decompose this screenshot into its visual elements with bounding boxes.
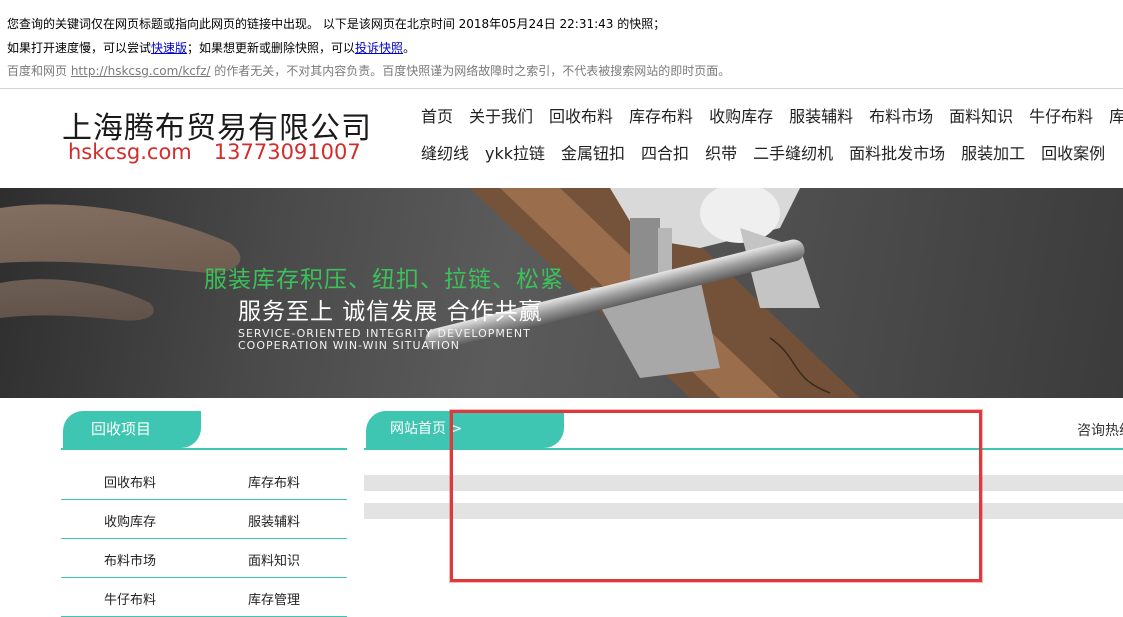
sidebar-link[interactable]: 牛仔布料 [104,589,156,608]
cache-notice-line1: 您查询的关键词仅在网页标题或指向此网页的链接中出现。 以下是该网页在北京时间 2… [7,17,666,31]
nav-item[interactable]: 二手缝纫机 [753,140,833,164]
company-contact: hskcsg.com 13773091007 [68,140,361,164]
cache-notice-line3: 百度和网页 http://hskcsg.com/kcfz/ 的作者无关，不对其内… [7,62,730,79]
cache-line3-post: 的作者无关，不对其内容负责。百度快照谨为网络故障时之索引，不代表被搜索网站的即时… [210,64,731,78]
original-url-link[interactable]: http://hskcsg.com/kcfz/ [71,64,211,78]
sidebar-link[interactable]: 库存布料 [248,472,300,491]
banner-english-line2: COOPERATION WIN-WIN SITUATION [238,339,461,352]
cache-line3-pre: 百度和网页 [7,64,71,78]
nav-item[interactable]: 缝纫线 [421,140,469,164]
main-nav-row1: 首页 关于我们 回收布料 库存布料 收购库存 服装辅料 布料市场 面料知识 牛仔布料库 [421,103,1123,127]
hero-banner: 服装库存积压、纽扣、拉链、松紧 服务至上 诚信发展 合作共赢 SERVICE-O… [0,188,1123,398]
sidebar-link[interactable]: 收购库存 [104,511,156,530]
nav-item[interactable]: 牛仔布料 [1029,103,1093,127]
cache-line2-pre: 如果打开速度慢，可以尝试 [7,41,152,55]
sidebar-title: 回收项目 [63,411,201,448]
nav-item[interactable]: ykk拉链 [485,140,545,164]
company-domain: hskcsg.com [68,140,192,164]
hotline-label: 咨询热线 [1077,423,1123,439]
nav-item[interactable]: 织带 [705,140,737,164]
sidebar-row: 牛仔布料 库存管理 [61,578,347,617]
nav-item[interactable]: 服装加工 [961,140,1025,164]
company-phone: 13773091007 [213,140,361,164]
nav-item[interactable]: 首页 [421,103,453,127]
cache-line2-post: 。 [403,41,416,55]
banner-title-white: 服务至上 诚信发展 合作共赢 [238,299,543,325]
sidebar-link[interactable]: 面料知识 [248,550,300,569]
nav-item[interactable]: 库存布料 [629,103,693,127]
highlight-box [450,410,982,582]
nav-item[interactable]: 布料市场 [869,103,933,127]
cache-notice-line2: 如果打开速度慢，可以尝试快速版；如果想更新或删除快照，可以投诉快照。 [7,39,415,56]
nav-item[interactable]: 回收案例 [1041,140,1105,164]
nav-item[interactable]: 金属钮扣 [561,140,625,164]
fast-version-link[interactable]: 快速版 [151,41,187,55]
sidebar-link[interactable]: 服装辅料 [248,511,300,530]
main-nav-row2: 缝纫线ykk拉链金属钮扣四合扣织带二手缝纫机面料批发市场服装加工回收案例目 [421,140,1123,164]
sidebar-row: 回收布料 库存布料 [61,461,347,500]
sidebar-link[interactable]: 布料市场 [104,550,156,569]
site-header: 上海腾布贸易有限公司 hskcsg.com 13773091007 首页 关于我们回… [0,89,1123,188]
sidebar: 回收项目 回收布料 库存布料 收购库存 服装辅料 布料市场 面料知识 牛仔布料 … [61,411,347,617]
banner-english-slogan: SERVICE-ORIENTED INTEGRITY DEVELOPMENT C… [238,328,531,352]
nav-item[interactable]: 收购库存 [709,103,773,127]
nav-item[interactable]: 库 [1109,103,1123,127]
nav-item[interactable]: 服装辅料 [789,103,853,127]
report-snapshot-link[interactable]: 投诉快照 [355,41,403,55]
nav-item[interactable]: 回收布料 [549,103,613,127]
sidebar-row: 收购库存 服装辅料 [61,500,347,539]
nav-item[interactable]: 关于我们 [469,103,533,127]
sidebar-link[interactable]: 回收布料 [104,472,156,491]
banner-title-green: 服装库存积压、纽扣、拉链、松紧 [204,267,564,293]
sidebar-title-rule [61,448,347,450]
nav-item[interactable]: 面料批发市场 [849,140,945,164]
nav-item[interactable]: 四合扣 [641,140,689,164]
cache-notice: 您查询的关键词仅在网页标题或指向此网页的链接中出现。 以下是该网页在北京时间 2… [0,0,1123,88]
sidebar-link[interactable]: 库存管理 [248,589,300,608]
nav-item[interactable]: 面料知识 [949,103,1013,127]
sidebar-row: 布料市场 面料知识 [61,539,347,578]
cache-line2-mid: ；如果想更新或删除快照，可以 [187,41,356,55]
